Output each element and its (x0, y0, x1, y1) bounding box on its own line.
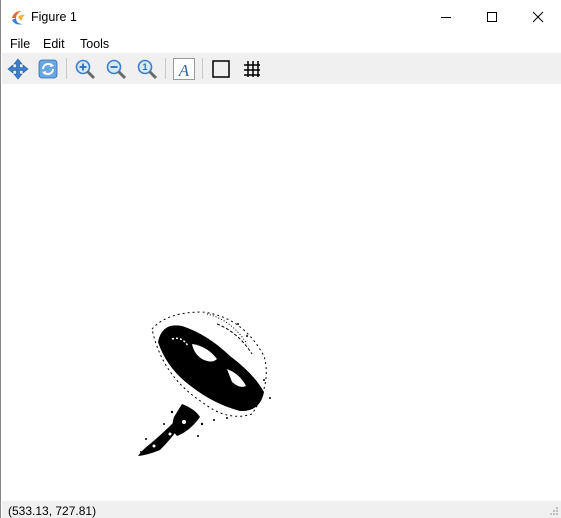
figure-window: Figure 1 File Edit Tools 1 A (533.13, 72… (0, 0, 561, 518)
zoom-in-icon (75, 59, 96, 80)
menu-tools[interactable]: Tools (80, 37, 109, 51)
status-bar: (533.13, 727.81) (2, 501, 561, 518)
box-toggle-button[interactable] (208, 56, 234, 82)
pan-icon (7, 58, 29, 80)
title-bar[interactable]: Figure 1 (1, 0, 561, 34)
reset-view-button[interactable] (35, 56, 61, 82)
cursor-coordinates: (533.13, 727.81) (8, 504, 97, 518)
resize-grip-icon[interactable] (549, 506, 559, 516)
axis-font-button[interactable]: A (171, 56, 197, 82)
grid-toggle-button[interactable] (239, 56, 265, 82)
svg-text:1: 1 (142, 62, 147, 72)
toolbar-separator (66, 58, 67, 79)
pan-button[interactable] (5, 56, 31, 82)
reset-view-icon (38, 59, 58, 79)
zoom-out-button[interactable] (103, 56, 129, 82)
menu-edit[interactable]: Edit (43, 37, 65, 51)
minimize-button[interactable] (423, 0, 469, 34)
zoom-in-button[interactable] (72, 56, 98, 82)
toolbar: 1 A (2, 53, 561, 84)
box-toggle-icon (212, 60, 230, 78)
toolbar-separator (165, 58, 166, 79)
zoom-fit-button[interactable]: 1 (134, 56, 160, 82)
grid-toggle-icon (244, 61, 260, 77)
image-plot (138, 311, 271, 456)
toolbar-separator (202, 58, 203, 79)
zoom-fit-icon: 1 (137, 59, 158, 80)
zoom-out-icon (106, 59, 127, 80)
svg-text:A: A (178, 61, 190, 80)
close-button[interactable] (515, 0, 561, 34)
menu-file[interactable]: File (10, 37, 30, 51)
app-logo-icon (10, 9, 27, 26)
menu-bar: File Edit Tools (1, 34, 561, 53)
maximize-button[interactable] (469, 0, 515, 34)
window-title: Figure 1 (31, 10, 77, 24)
binary-image-shape (138, 311, 271, 456)
plot-canvas[interactable] (2, 84, 561, 501)
axis-font-icon: A (173, 58, 195, 80)
